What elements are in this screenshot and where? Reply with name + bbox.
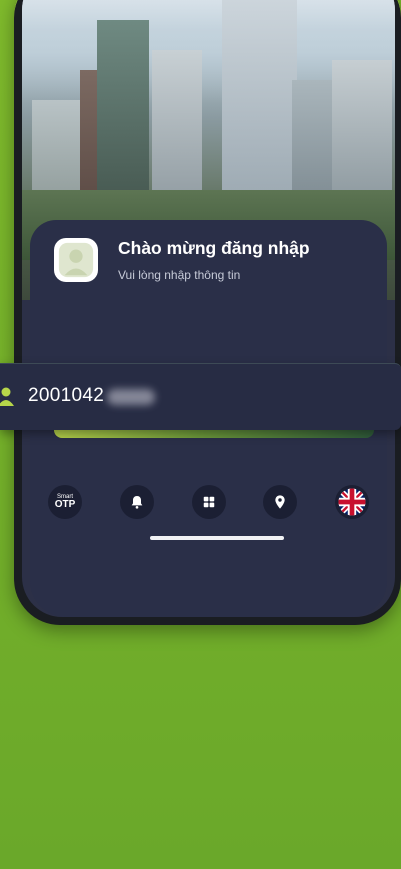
building: [97, 20, 149, 210]
uk-flag-icon: [338, 488, 366, 516]
user-id-value: 2001042: [28, 385, 105, 406]
grid-icon: [203, 496, 214, 508]
language-button[interactable]: [335, 485, 369, 519]
welcome-subtitle: Vui lòng nhập thông tin: [118, 268, 241, 282]
person-placeholder-icon: [58, 242, 94, 278]
phone-screen: Chào mừng đăng nhập Vui lòng nhập thông …: [22, 0, 395, 617]
smart-otp-button[interactable]: Smart OTP: [48, 485, 82, 519]
building: [332, 60, 392, 210]
user-id-field[interactable]: 2001042: [0, 363, 401, 430]
avatar[interactable]: [54, 238, 98, 282]
masked-digits: [107, 389, 155, 405]
location-button[interactable]: [263, 485, 298, 519]
phone-frame: Chào mừng đăng nhập Vui lòng nhập thông …: [14, 0, 401, 625]
otp-label: OTP: [54, 499, 76, 510]
building: [222, 0, 297, 210]
building: [152, 50, 202, 210]
bottom-nav: Smart OTP: [48, 484, 369, 520]
home-indicator: [150, 536, 284, 540]
bell-icon: [131, 496, 143, 509]
welcome-title: Chào mừng đăng nhập: [118, 238, 310, 258]
location-pin-icon: [275, 495, 285, 509]
notifications-button[interactable]: [119, 485, 154, 519]
menu-grid-button[interactable]: [191, 485, 226, 519]
user-icon: [0, 387, 14, 406]
